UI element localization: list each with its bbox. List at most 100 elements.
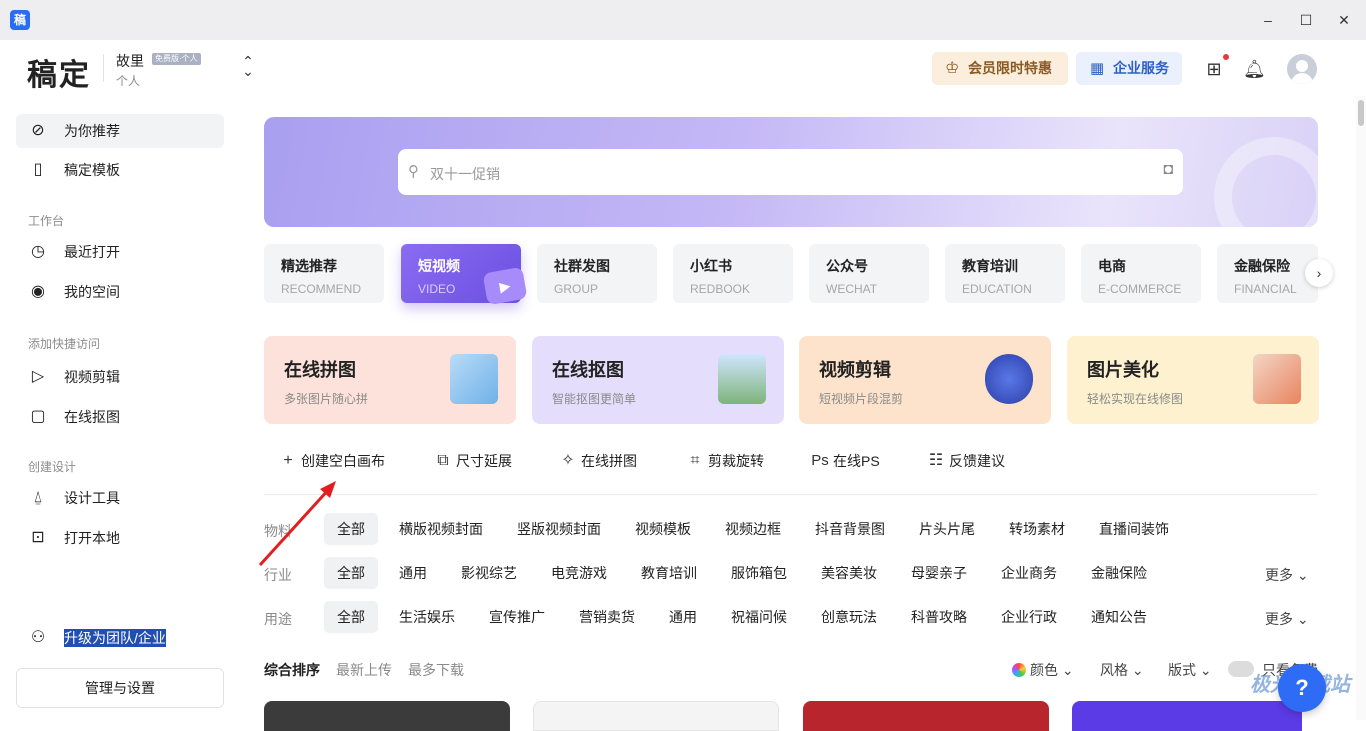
category-title: 社群发图	[554, 258, 610, 274]
tool-card-beautify[interactable]: 图片美化 轻松实现在线修图	[1067, 336, 1319, 424]
category-financial[interactable]: 金融保险 FINANCIAL	[1217, 244, 1318, 303]
vip-offer-button[interactable]: ♔ 会员限时特惠	[932, 52, 1068, 85]
filter-chip[interactable]: 视频边框	[725, 513, 781, 545]
sidebar-item-video-edit[interactable]: ▷ 视频剪辑	[16, 360, 224, 394]
help-button[interactable]: ?	[1278, 664, 1326, 712]
filter-chip[interactable]: 企业商务	[1001, 557, 1057, 589]
filter-chip[interactable]: 通用	[669, 601, 697, 633]
filter-chip[interactable]: 通知公告	[1091, 601, 1147, 633]
filter-chip[interactable]: 抖音背景图	[815, 513, 885, 545]
filter-chip[interactable]: 通用	[399, 557, 427, 589]
bell-icon[interactable]: 🔔︎	[1243, 58, 1266, 80]
filter-chip[interactable]: 全部	[324, 513, 378, 545]
sidebar-item-cutout[interactable]: ▢ 在线抠图	[16, 400, 224, 434]
usage-more-dropdown[interactable]: 更多 ⌄	[1265, 609, 1309, 629]
tool-card-collage[interactable]: 在线拼图 多张图片随心拼	[264, 336, 516, 424]
category-group[interactable]: 社群发图 GROUP	[537, 244, 657, 303]
scroll-thumb[interactable]	[1358, 100, 1364, 126]
style-filter-dropdown[interactable]: 风格 ⌄	[1100, 660, 1144, 680]
online-ps-button[interactable]: Ps 在线PS	[811, 451, 879, 471]
filter-chip[interactable]: 片头片尾	[919, 513, 975, 545]
feedback-icon: ☷	[928, 452, 944, 469]
filter-chip[interactable]: 服饰箱包	[731, 557, 787, 589]
category-recommend[interactable]: 精选推荐 RECOMMEND	[264, 244, 384, 303]
workspace-name[interactable]: 故里	[116, 51, 144, 71]
upgrade-team-link[interactable]: ⚇ 升级为团队/企业	[16, 623, 224, 653]
filter-chip[interactable]: 母婴亲子	[911, 557, 967, 589]
filter-chip[interactable]: 全部	[324, 557, 378, 589]
template-thumbnail[interactable]	[264, 701, 510, 731]
filter-chip[interactable]: 教育培训	[641, 557, 697, 589]
collage-illustration-icon	[450, 354, 498, 404]
template-thumbnail[interactable]	[803, 701, 1049, 731]
sort-comprehensive[interactable]: 综合排序	[264, 660, 320, 680]
close-button[interactable]: ✕	[1334, 10, 1354, 30]
tool-card-video[interactable]: 视频剪辑 短视频片段混剪	[799, 336, 1051, 424]
sort-newest[interactable]: 最新上传	[336, 660, 392, 680]
sidebar-item-my-space[interactable]: ◉ 我的空间	[16, 275, 224, 309]
camera-icon[interactable]: ◘	[1163, 161, 1173, 179]
create-blank-canvas-button[interactable]: + 创建空白画布	[279, 451, 385, 471]
format-filter-dropdown[interactable]: 版式 ⌄	[1168, 660, 1212, 680]
chevron-right-icon[interactable]: ›	[1305, 259, 1333, 287]
sidebar-item-recommend[interactable]: ⊘ 为你推荐	[16, 114, 224, 148]
filter-chip[interactable]: 全部	[324, 601, 378, 633]
category-subtitle: WECHAT	[826, 282, 878, 296]
filter-chip[interactable]: 科普攻略	[911, 601, 967, 633]
apps-grid-icon[interactable]: ⊞	[1203, 58, 1225, 80]
industry-more-dropdown[interactable]: 更多 ⌄	[1265, 565, 1309, 585]
filter-chip[interactable]: 美容美妆	[821, 557, 877, 589]
notification-dot	[1223, 54, 1229, 60]
sidebar-item-templates[interactable]: ▯ 稿定模板	[16, 153, 224, 187]
feedback-button[interactable]: ☷ 反馈建议	[927, 451, 1005, 471]
logo[interactable]: 稿定	[27, 50, 91, 94]
enterprise-service-button[interactable]: ▦ 企业服务	[1076, 52, 1182, 85]
filter-chip[interactable]: 宣传推广	[489, 601, 545, 633]
filter-chip[interactable]: 企业行政	[1001, 601, 1057, 633]
workspace-switch-icon[interactable]: ⌃ ⌄	[240, 54, 256, 78]
logo-divider	[103, 54, 104, 82]
color-filter-dropdown[interactable]: 颜色 ⌄	[1012, 660, 1074, 680]
template-thumbnail[interactable]	[533, 701, 779, 731]
manage-settings-button[interactable]: 管理与设置	[16, 668, 224, 708]
divider	[264, 494, 1318, 495]
search-box[interactable]: ⚲ 双十一促销 ◘	[398, 149, 1183, 195]
filter-chip[interactable]: 视频模板	[635, 513, 691, 545]
category-ecommerce[interactable]: 电商 E-COMMERCE	[1081, 244, 1201, 303]
maximize-button[interactable]: ☐	[1296, 10, 1316, 30]
resize-extend-button[interactable]: ⧉ 尺寸延展	[434, 451, 512, 471]
category-video[interactable]: 短视频 VIDEO ▶	[401, 244, 528, 306]
sidebar-item-label: 设计工具	[64, 490, 120, 506]
online-collage-button[interactable]: ✧ 在线拼图	[559, 451, 637, 471]
avatar[interactable]	[1287, 54, 1317, 84]
sidebar-item-open-local[interactable]: ⊡ 打开本地	[16, 521, 224, 555]
filter-chip[interactable]: 创意玩法	[821, 601, 877, 633]
search-input[interactable]: 双十一促销	[430, 164, 500, 184]
filter-chip[interactable]: 竖版视频封面	[517, 513, 601, 545]
filter-chip[interactable]: 横版视频封面	[399, 513, 483, 545]
category-subtitle: E-COMMERCE	[1098, 282, 1182, 296]
category-education[interactable]: 教育培训 EDUCATION	[945, 244, 1065, 303]
quick-action-label: 剪裁旋转	[708, 453, 764, 469]
filter-chip[interactable]: 祝福问候	[731, 601, 787, 633]
main-scrollbar[interactable]	[1356, 96, 1366, 720]
filter-chip[interactable]: 金融保险	[1091, 557, 1147, 589]
filter-chip[interactable]: 电竞游戏	[551, 557, 607, 589]
category-wechat[interactable]: 公众号 WECHAT	[809, 244, 929, 303]
sidebar-item-design-tools[interactable]: ⍙ 设计工具	[16, 481, 224, 515]
sidebar-item-label: 在线抠图	[64, 409, 120, 425]
template-thumbnail[interactable]	[1072, 701, 1302, 731]
filter-chip[interactable]: 直播间装饰	[1099, 513, 1169, 545]
filter-chip[interactable]: 影视综艺	[461, 557, 517, 589]
filter-chip[interactable]: 生活娱乐	[399, 601, 455, 633]
enterprise-service-label: 企业服务	[1113, 60, 1169, 76]
sidebar-item-recent[interactable]: ◷ 最近打开	[16, 235, 224, 269]
filter-label-industry: 行业	[264, 567, 292, 583]
sort-most-downloaded[interactable]: 最多下载	[408, 660, 464, 680]
tool-card-cutout[interactable]: 在线抠图 智能抠图更简单	[532, 336, 784, 424]
category-redbook[interactable]: 小红书 REDBOOK	[673, 244, 793, 303]
crop-rotate-button[interactable]: ⌗ 剪裁旋转	[686, 451, 764, 471]
filter-chip[interactable]: 转场素材	[1009, 513, 1065, 545]
minimize-button[interactable]: –	[1258, 10, 1278, 30]
filter-chip[interactable]: 营销卖货	[579, 601, 635, 633]
